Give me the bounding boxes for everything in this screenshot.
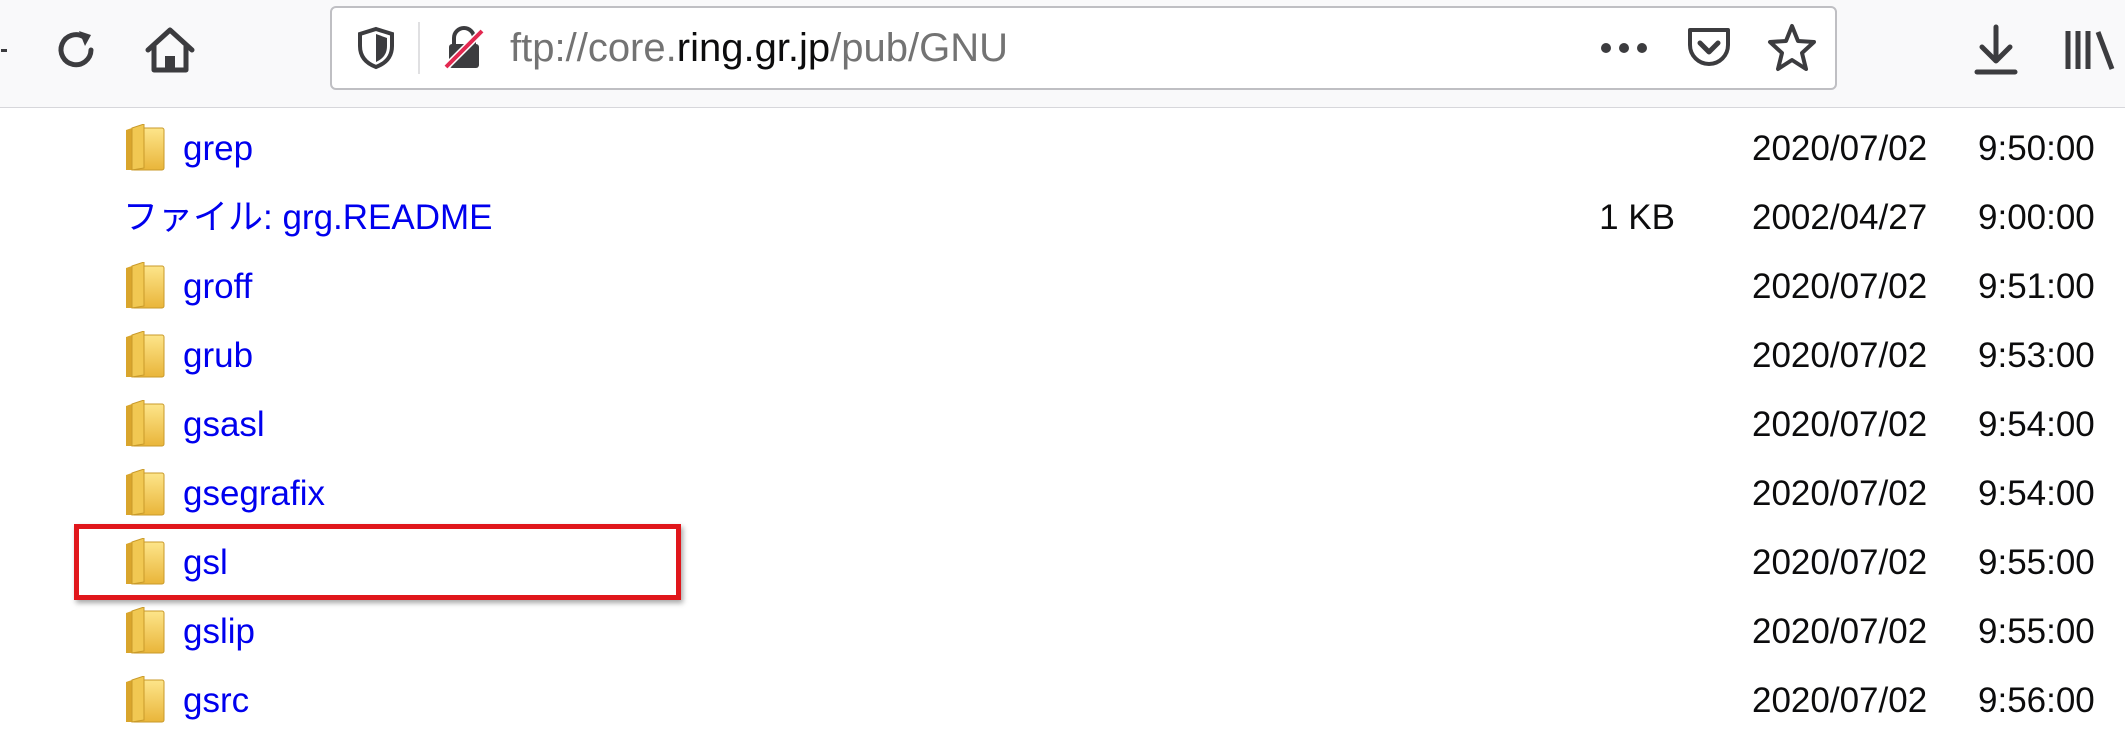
modified-time: 9:53:00 (1978, 336, 2095, 375)
bookmark-star-icon[interactable] (1764, 20, 1820, 76)
modified-time: 9:51:00 (1978, 267, 2095, 306)
modified-date: 2020/07/02 (1752, 405, 1928, 444)
folder-icon (124, 330, 166, 384)
file-size: 1 KB (1599, 198, 1675, 237)
url-separator (418, 22, 420, 74)
modified-time: 9:00:00 (1978, 198, 2095, 237)
modified-date: 2020/07/02 (1752, 681, 1928, 720)
modified-date: 2020/07/02 (1752, 612, 1928, 651)
modified-time: 9:54:00 (1978, 405, 2095, 444)
browser-toolbar: ftp://core.ring.gr.jp/pub/GNU (0, 0, 2125, 108)
modified-date: 2020/07/02 (1752, 129, 1928, 168)
file-row: ファイル: grg.README 1 KB 2002/04/27 9:00:00 (0, 183, 2125, 252)
directory-link[interactable]: gsasl (183, 390, 265, 459)
home-icon[interactable] (140, 20, 200, 80)
directory-link[interactable]: grep (183, 114, 253, 183)
pocket-icon[interactable] (1682, 22, 1736, 74)
folder-icon (124, 468, 166, 522)
file-link[interactable]: ファイル: grg.README (123, 183, 493, 252)
url-host: ring.gr.jp (676, 26, 831, 70)
url-text[interactable]: ftp://core.ring.gr.jp/pub/GNU (510, 8, 1008, 88)
ftp-directory-listing: greg2020/07/029:49:00 grep2020/07/029:50… (0, 80, 2125, 754)
directory-row: grep 2020/07/02 9:50:00 (0, 114, 2125, 183)
directory-row: gsasl 2020/07/02 9:54:00 (0, 390, 2125, 459)
downloads-icon[interactable] (1968, 20, 2024, 80)
reload-icon[interactable] (48, 22, 104, 78)
url-bar[interactable]: ftp://core.ring.gr.jp/pub/GNU (330, 6, 1837, 90)
url-prefix: ftp://core. (510, 26, 677, 70)
directory-row: gsrc 2020/07/02 9:56:00 (0, 666, 2125, 735)
modified-time: 9:55:00 (1978, 612, 2095, 651)
tracking-protection-shield-icon[interactable] (352, 24, 400, 72)
modified-date: 2020/07/02 (1752, 543, 1928, 582)
modified-date: 2020/07/02 (1752, 267, 1928, 306)
modified-time: 9:55:00 (1978, 543, 2095, 582)
directory-link[interactable]: groff (183, 252, 252, 321)
folder-icon (124, 123, 166, 177)
folder-icon (124, 399, 166, 453)
directory-link[interactable]: gslip (183, 597, 255, 666)
back-button-edge[interactable] (0, 30, 8, 70)
directory-row: grub 2020/07/02 9:53:00 (0, 321, 2125, 390)
modified-date: 2002/04/27 (1752, 198, 1928, 237)
url-path: /pub/GNU (830, 26, 1009, 70)
directory-row: gslip 2020/07/02 9:55:00 (0, 597, 2125, 666)
more-actions-icon[interactable] (1594, 28, 1654, 68)
highlight-annotation-box (74, 524, 681, 600)
insecure-connection-lock-icon[interactable] (440, 24, 488, 72)
modified-date: 2020/07/02 (1752, 474, 1928, 513)
directory-row: gsegrafix 2020/07/02 9:54:00 (0, 459, 2125, 528)
folder-icon (124, 675, 166, 729)
folder-icon (124, 606, 166, 660)
directory-link[interactable]: grub (183, 321, 253, 390)
directory-row: groff 2020/07/02 9:51:00 (0, 252, 2125, 321)
library-icon[interactable] (2060, 22, 2120, 78)
modified-time: 9:50:00 (1978, 129, 2095, 168)
directory-link[interactable]: gsegrafix (183, 459, 325, 528)
modified-time: 9:56:00 (1978, 681, 2095, 720)
directory-link[interactable]: gsrc (183, 666, 249, 735)
folder-icon (124, 261, 166, 315)
modified-date: 2020/07/02 (1752, 336, 1928, 375)
modified-time: 9:54:00 (1978, 474, 2095, 513)
